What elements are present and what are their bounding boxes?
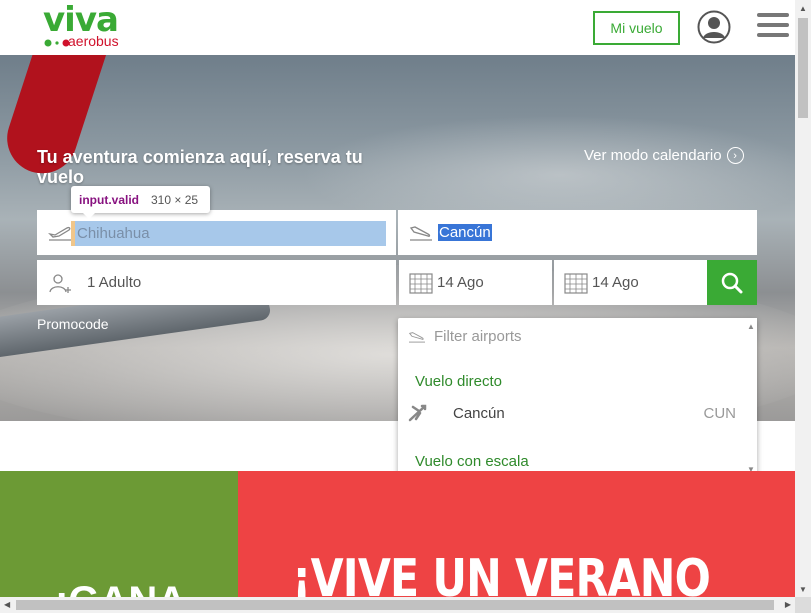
airplane-icon: [408, 404, 427, 422]
passengers-field[interactable]: 1 Adulto: [37, 260, 396, 305]
promo-banner-right[interactable]: ¡VIVE UN VERANO: [238, 471, 795, 597]
horizontal-scroll-thumb[interactable]: [16, 600, 774, 610]
vertical-scroll-thumb[interactable]: [798, 18, 808, 118]
hamburger-menu-icon[interactable]: [757, 13, 789, 39]
origin-input[interactable]: Chihuahua: [71, 221, 386, 246]
mi-vuelo-button[interactable]: Mi vuelo: [593, 11, 680, 45]
takeoff-icon: [48, 226, 71, 241]
tooltip-selector: input.valid: [79, 192, 139, 207]
calendar-icon: [409, 272, 433, 294]
add-passenger-icon: [49, 273, 71, 293]
scroll-right-arrow-icon[interactable]: ▶: [785, 600, 791, 609]
return-date-value: 14 Ago: [592, 274, 639, 291]
logo-subtext: aerobus: [68, 33, 119, 49]
departure-date-field[interactable]: 14 Ago: [399, 260, 552, 305]
horizontal-scrollbar[interactable]: ◀ ▶: [0, 597, 795, 613]
airport-filter-placeholder: Filter airports: [434, 328, 522, 345]
promo-banner-left[interactable]: ¡GANA: [0, 471, 238, 613]
return-date-field[interactable]: 14 Ago: [554, 260, 707, 305]
airport-filter-input[interactable]: Filter airports: [406, 328, 522, 345]
scrollbar-corner: [795, 597, 811, 613]
search-icon: [721, 272, 743, 293]
airport-option-name: Cancún: [453, 405, 505, 422]
scroll-left-arrow-icon[interactable]: ◀: [4, 600, 10, 609]
destination-field[interactable]: Cancún: [398, 210, 757, 255]
viva-aerobus-logo[interactable]: viva aerobus: [43, 0, 133, 52]
calendar-mode-link[interactable]: Ver modo calendario ›: [584, 147, 744, 164]
vertical-scrollbar[interactable]: ▲ ▼: [795, 0, 811, 597]
site-header: viva aerobus Mi vuelo: [0, 0, 795, 55]
devtools-element-tooltip: input.valid 310 × 25: [71, 186, 210, 219]
chevron-right-circle-icon: ›: [726, 147, 744, 164]
airport-option-code: CUN: [703, 405, 737, 422]
user-icon[interactable]: [697, 10, 731, 44]
hero-title: Tu aventura comienza aquí, reserva tu vu…: [37, 147, 363, 187]
departure-date-value: 14 Ago: [437, 274, 484, 291]
scroll-down-arrow-icon[interactable]: ▼: [799, 585, 807, 594]
landing-icon: [408, 331, 425, 343]
promocode-link[interactable]: Promocode: [37, 316, 109, 332]
calendar-icon: [564, 272, 588, 294]
airport-dropdown[interactable]: Filter airports Vuelo directo Cancún CUN…: [398, 318, 757, 478]
landing-icon: [409, 225, 432, 241]
tooltip-dimensions: 310 × 25: [151, 192, 199, 207]
direct-flight-group-label: Vuelo directo: [415, 373, 502, 390]
connecting-flight-group-label: Vuelo con escala: [415, 453, 529, 470]
dropdown-scrollbar[interactable]: ▲ ▼: [743, 318, 757, 478]
passengers-value: 1 Adulto: [87, 274, 142, 291]
search-button[interactable]: [707, 260, 757, 305]
scroll-up-arrow-icon[interactable]: ▲: [799, 4, 807, 13]
promo-banner-right-text: ¡VIVE UN VERANO: [292, 549, 711, 597]
scroll-up-arrow-icon[interactable]: ▲: [747, 322, 755, 331]
destination-input[interactable]: Cancún: [438, 224, 492, 241]
airport-option[interactable]: Cancún CUN: [406, 403, 736, 425]
calendar-mode-label: Ver modo calendario: [584, 147, 722, 164]
